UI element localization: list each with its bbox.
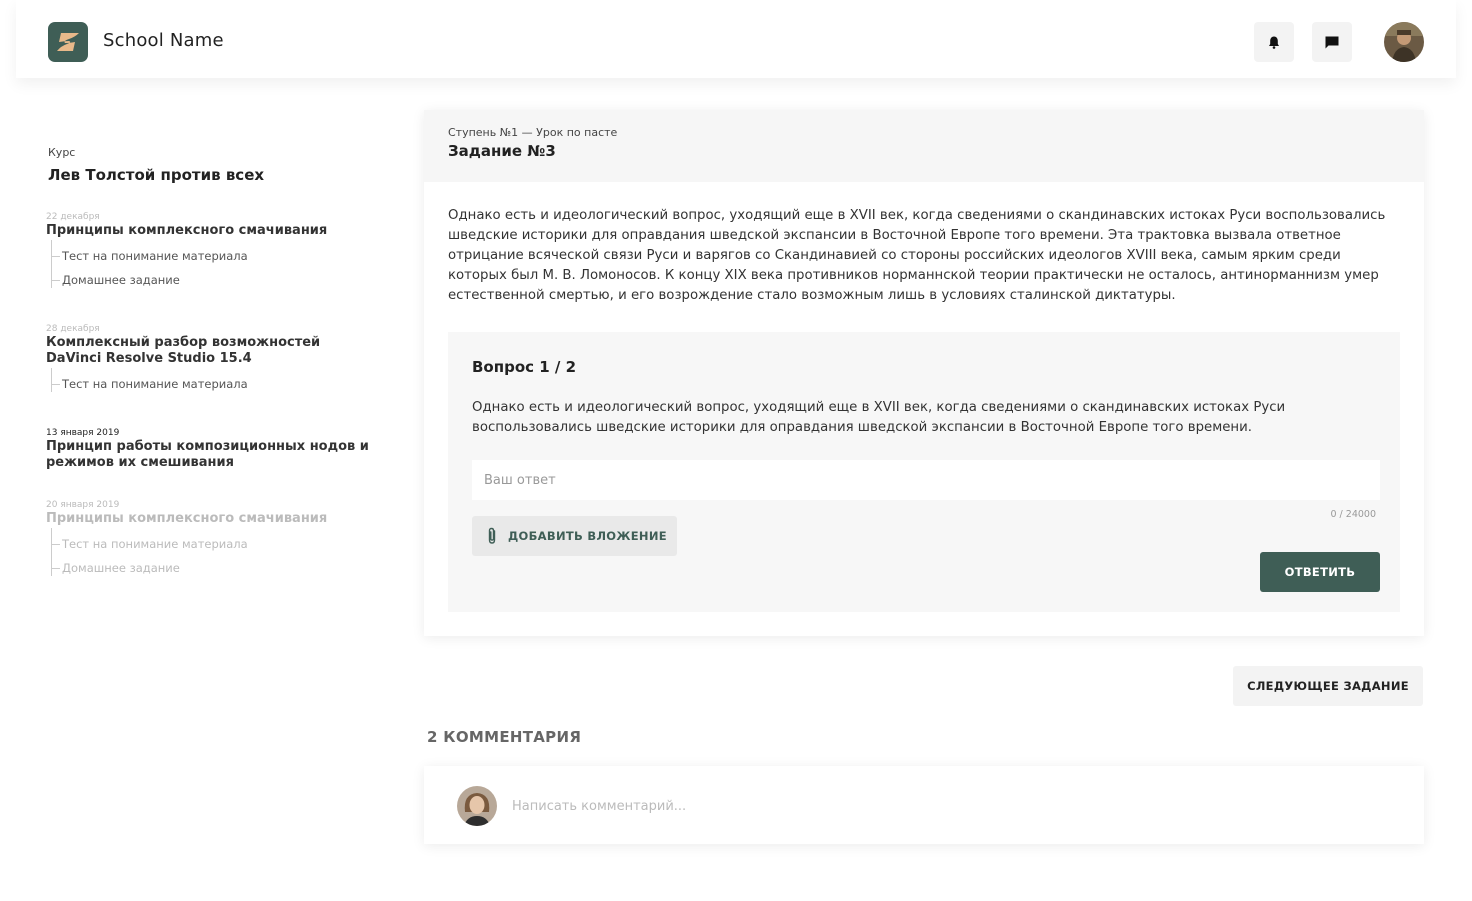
logo-icon: [57, 33, 79, 51]
task-card: Ступень №1 — Урок по пасте Задание №3 Од…: [424, 110, 1424, 636]
commenter-avatar: [457, 786, 497, 826]
course-title[interactable]: Лев Толстой против всех: [48, 166, 264, 184]
course-label: Курс: [48, 146, 76, 159]
add-attachment-button[interactable]: ДОБАВИТЬ ВЛОЖЕНИЕ: [472, 516, 677, 556]
paperclip-icon: [488, 527, 496, 544]
tree-line: [51, 368, 52, 392]
messages-button[interactable]: [1312, 22, 1352, 62]
avatar-image: [1384, 22, 1424, 62]
school-name[interactable]: School Name: [103, 30, 224, 51]
lesson-subitems: Тест на понимание материала: [46, 368, 376, 400]
chat-icon: [1325, 36, 1339, 48]
lesson-date: 20 января 2019: [46, 500, 120, 510]
lesson-title[interactable]: Принцип работы композиционных нодов и ре…: [46, 439, 376, 471]
comments-title: 2 КОММЕНТАРИЯ: [427, 728, 582, 746]
user-avatar[interactable]: [1384, 22, 1424, 62]
top-header: School Name: [16, 0, 1456, 78]
notifications-button[interactable]: [1254, 22, 1294, 62]
task-header: Ступень №1 — Урок по пасте Задание №3: [424, 110, 1424, 182]
question-block: Вопрос 1 / 2 Однако есть и идеологически…: [448, 332, 1400, 612]
bell-icon: [1269, 36, 1279, 49]
lesson-subitem-test[interactable]: Тест на понимание материала: [51, 536, 376, 560]
lesson-title[interactable]: Принципы комплексного смачивания: [46, 223, 376, 239]
lesson-date: 22 декабря: [46, 212, 100, 222]
lesson-date: 13 января 2019: [46, 428, 120, 438]
lesson-item-current[interactable]: 13 января 2019 Принцип работы композицио…: [46, 428, 376, 471]
task-title: Задание №3: [448, 142, 556, 160]
comment-input[interactable]: [512, 786, 1392, 826]
reply-button[interactable]: ОТВЕТИТЬ: [1260, 552, 1380, 592]
lesson-subitem-homework[interactable]: Домашнее задание: [51, 272, 376, 296]
question-title: Вопрос 1 / 2: [472, 358, 577, 376]
lesson-subitem-test[interactable]: Тест на понимание материала: [51, 248, 376, 272]
school-logo[interactable]: [48, 22, 88, 62]
breadcrumb: Ступень №1 — Урок по пасте: [448, 126, 618, 139]
lesson-title[interactable]: Комплексный разбор возможностей DaVinci …: [46, 335, 376, 367]
character-counter: 0 / 24000: [1330, 509, 1376, 520]
task-text: Однако есть и идеологический вопрос, ухо…: [448, 208, 1386, 303]
avatar-image: [457, 786, 497, 826]
lesson-item[interactable]: 22 декабря Принципы комплексного смачива…: [46, 212, 376, 296]
next-task-button[interactable]: СЛЕДУЮЩЕЕ ЗАДАНИЕ: [1233, 666, 1423, 706]
answer-input[interactable]: [472, 460, 1380, 500]
lesson-title[interactable]: Принципы комплексного смачивания: [46, 511, 376, 527]
add-attachment-label: ДОБАВИТЬ ВЛОЖЕНИЕ: [508, 529, 667, 543]
lesson-subitems: Тест на понимание материала Домашнее зад…: [46, 240, 376, 296]
lesson-subitems: Тест на понимание материала Домашнее зад…: [46, 528, 376, 584]
lesson-item[interactable]: 28 декабря Комплексный разбор возможност…: [46, 324, 376, 400]
lesson-date: 28 декабря: [46, 324, 100, 334]
lesson-subitem-test[interactable]: Тест на понимание материала: [51, 376, 376, 400]
lesson-subitem-homework[interactable]: Домашнее задание: [51, 560, 376, 584]
lesson-item-locked[interactable]: 20 января 2019 Принципы комплексного сма…: [46, 500, 376, 584]
comment-box: [424, 766, 1424, 844]
question-text: Однако есть и идеологический вопрос, ухо…: [472, 400, 1286, 435]
